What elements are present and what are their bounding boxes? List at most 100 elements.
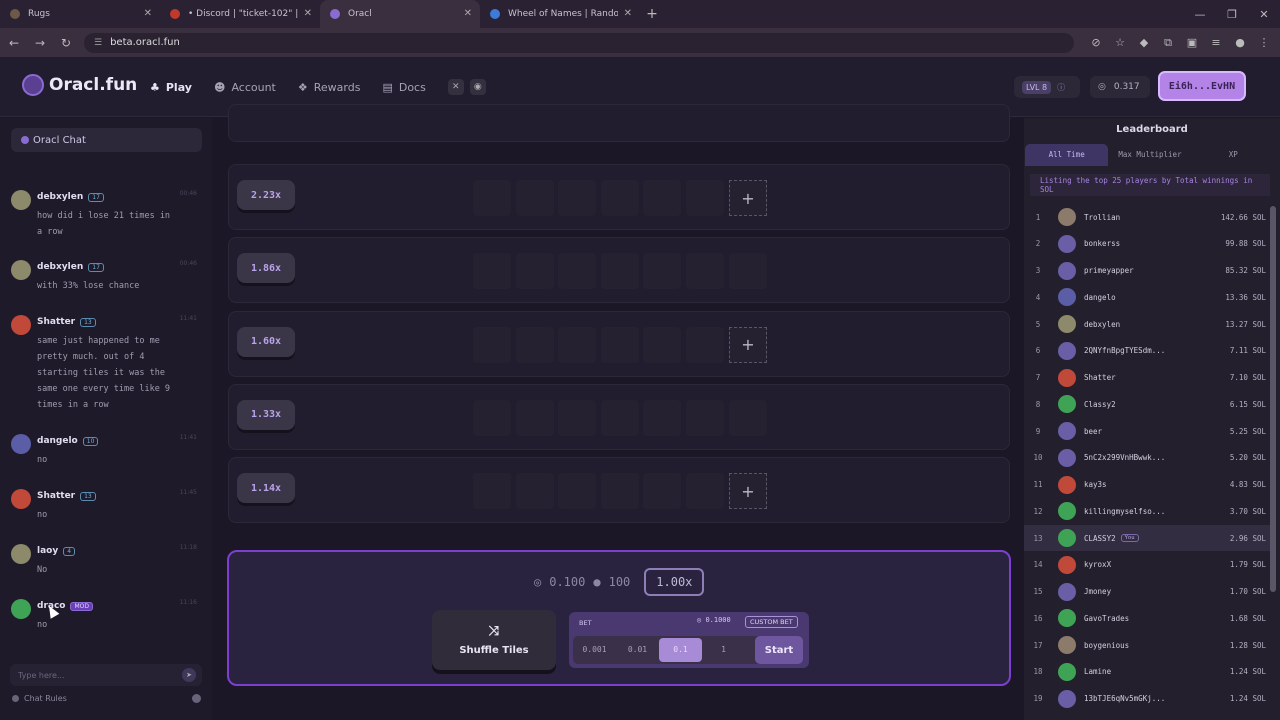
tile[interactable]: [643, 326, 682, 363]
close-window-icon[interactable]: ✕: [1248, 0, 1280, 28]
tab-xp[interactable]: XP: [1192, 144, 1275, 166]
tile[interactable]: [515, 253, 554, 290]
chat-rules-link[interactable]: Chat Rules: [12, 694, 67, 703]
leaderboard-scrollbar[interactable]: [1270, 206, 1276, 592]
leaderboard-row[interactable]: 2 bonkerss 99.88 SOL: [1024, 231, 1270, 257]
browser-tab[interactable]: Wheel of Names | Random nam ✕: [480, 0, 640, 28]
tile[interactable]: [600, 473, 639, 510]
tile[interactable]: [558, 473, 597, 510]
tile[interactable]: [686, 399, 724, 436]
x-twitter-icon[interactable]: ✕: [447, 79, 464, 95]
avatar[interactable]: [11, 315, 31, 335]
logo[interactable]: Oracl.fun: [22, 74, 137, 96]
leaderboard-row[interactable]: 18 Lamine 1.24 SOL: [1024, 659, 1270, 685]
nav-play[interactable]: ♣ Play: [150, 79, 192, 95]
tile[interactable]: [473, 326, 511, 363]
new-tab-button[interactable]: +: [640, 0, 664, 28]
puzzle-icon[interactable]: ⧉: [1156, 31, 1180, 55]
tile[interactable]: [643, 473, 682, 510]
tile[interactable]: [643, 399, 682, 436]
chat-username[interactable]: debxylen 17: [37, 262, 104, 272]
leaderboard-row[interactable]: 14 kyroxX 1.79 SOL: [1024, 552, 1270, 578]
leaderboard-row[interactable]: 3 primeyapper 85.32 SOL: [1024, 258, 1270, 284]
tab-all-time[interactable]: All Time: [1025, 144, 1109, 166]
tile[interactable]: [600, 180, 639, 216]
tile[interactable]: [473, 253, 511, 290]
chat-username[interactable]: Shatter 13: [37, 317, 96, 327]
browser-tab[interactable]: Rugs ✕: [0, 0, 160, 28]
close-tab-icon[interactable]: ✕: [624, 8, 632, 19]
avatar[interactable]: [11, 260, 31, 280]
forward-icon[interactable]: →: [28, 31, 52, 55]
bet-option[interactable]: 0.01: [616, 638, 659, 662]
restore-icon[interactable]: ❐: [1216, 0, 1248, 28]
leaderboard-row[interactable]: 17 boygenious 1.28 SOL: [1024, 632, 1270, 658]
bet-option-selected[interactable]: 0.1: [659, 638, 702, 662]
nav-docs[interactable]: ▤ Docs: [382, 79, 425, 95]
tile[interactable]: [515, 180, 554, 216]
minimize-icon[interactable]: —: [1184, 0, 1216, 28]
tile[interactable]: [643, 253, 682, 290]
tile[interactable]: [686, 180, 724, 216]
avatar[interactable]: [11, 489, 31, 509]
sidebar-icon[interactable]: ▣: [1180, 31, 1204, 55]
shuffle-tiles-button[interactable]: ⤨ Shuffle Tiles: [432, 610, 556, 670]
custom-bet-button[interactable]: CUSTOM BET: [745, 616, 798, 628]
leaderboard-row[interactable]: 4 dangelo 13.36 SOL: [1024, 284, 1270, 310]
url-field[interactable]: ☰ beta.oracl.fun: [84, 32, 1074, 53]
extension-icon[interactable]: ◆: [1132, 31, 1156, 55]
bookmark-star-icon[interactable]: ☆: [1108, 31, 1132, 55]
leaderboard-row[interactable]: 1 Trollian 142.66 SOL: [1024, 204, 1270, 230]
leaderboard-row[interactable]: 19 13bTJE6qNv5mGKj... 1.24 SOL: [1024, 686, 1270, 712]
tile[interactable]: [728, 399, 767, 436]
avatar[interactable]: [11, 599, 31, 619]
add-tile-button[interactable]: +: [729, 326, 767, 363]
leaderboard-row[interactable]: 11 kay3s 4.83 SOL: [1024, 472, 1270, 498]
leaderboard-row[interactable]: 15 Jmoney 1.70 SOL: [1024, 579, 1270, 605]
tile[interactable]: [473, 473, 511, 510]
tile[interactable]: [600, 253, 639, 290]
chat-input[interactable]: Type here... ➤: [10, 664, 202, 686]
leaderboard-row[interactable]: 9 beer 5.25 SOL: [1024, 418, 1270, 444]
tile[interactable]: [686, 326, 724, 363]
tile[interactable]: [643, 180, 682, 216]
add-tile-button[interactable]: +: [729, 180, 767, 216]
tile[interactable]: [515, 473, 554, 510]
chat-username[interactable]: dangelo 10: [37, 436, 99, 446]
leaderboard-row[interactable]: 5 debxylen 13.27 SOL: [1024, 311, 1270, 337]
leaderboard-row[interactable]: 10 5nC2x299VnHBwwk... 5.20 SOL: [1024, 445, 1270, 471]
tile[interactable]: [686, 473, 724, 510]
tile[interactable]: [515, 326, 554, 363]
chat-username[interactable]: laoy 4: [37, 546, 76, 556]
eye-off-icon[interactable]: ⊘: [1084, 31, 1108, 55]
tile[interactable]: [600, 399, 639, 436]
media-icon[interactable]: ≡: [1204, 31, 1228, 55]
leaderboard-row[interactable]: 6 2QNYfnBpgTYESdm... 7.11 SOL: [1024, 338, 1270, 364]
start-button[interactable]: Start: [755, 636, 803, 664]
browser-tab-active[interactable]: Oracl ✕: [320, 0, 480, 28]
nav-rewards[interactable]: ❖ Rewards: [298, 79, 361, 95]
bet-option[interactable]: 0.001: [573, 638, 616, 662]
tile[interactable]: [473, 180, 511, 216]
tile[interactable]: [728, 253, 767, 290]
tab-max-multiplier[interactable]: Max Multiplier: [1108, 144, 1191, 166]
avatar[interactable]: [11, 190, 31, 210]
close-tab-icon[interactable]: ✕: [464, 8, 472, 19]
wallet-button[interactable]: Ei6h...EvHN: [1158, 71, 1246, 101]
reload-icon[interactable]: ↻: [54, 31, 78, 55]
avatar[interactable]: [11, 434, 31, 454]
leaderboard-row[interactable]: 16 GavoTrades 1.68 SOL: [1024, 605, 1270, 631]
leaderboard-row[interactable]: 13 CLASSY2 You 2.96 SOL: [1024, 525, 1270, 551]
browser-tab[interactable]: • Discord | "ticket-102" | Oracl ✕: [160, 0, 320, 28]
tile[interactable]: [686, 253, 724, 290]
close-tab-icon[interactable]: ✕: [144, 8, 152, 19]
tile[interactable]: [558, 399, 597, 436]
back-icon[interactable]: ←: [2, 31, 26, 55]
profile-icon[interactable]: ●: [1228, 31, 1252, 55]
nav-account[interactable]: ☻ Account: [214, 79, 276, 95]
close-tab-icon[interactable]: ✕: [304, 8, 312, 19]
tile[interactable]: [515, 399, 554, 436]
tile[interactable]: [473, 399, 511, 436]
emoji-icon[interactable]: [192, 694, 201, 703]
add-tile-button[interactable]: +: [729, 473, 767, 510]
